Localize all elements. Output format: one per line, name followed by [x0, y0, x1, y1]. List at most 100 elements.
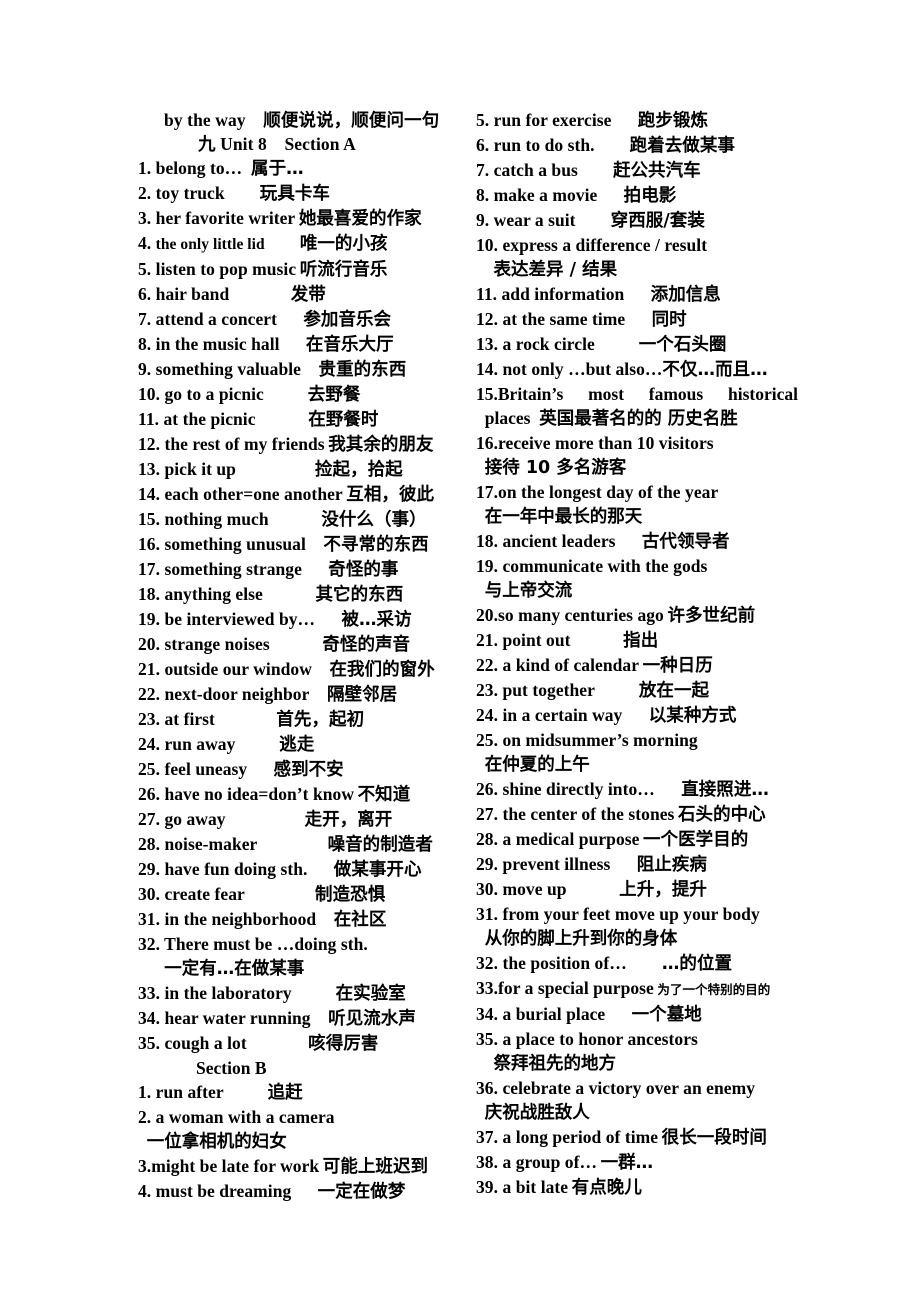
vocab-entry-number: 8.	[138, 334, 152, 354]
vocab-entry-number: 10.	[476, 235, 499, 255]
vocab-entry-english: a long period of time	[502, 1127, 659, 1147]
vocab-entry-english: at the picnic	[163, 409, 256, 429]
vocab-entry-chinese: 咳得厉害	[308, 1034, 379, 1054]
vocab-entry-english: something strange	[164, 559, 302, 579]
vocab-entry-english: in a certain way	[502, 705, 623, 725]
vocab-entry-number: 21.	[476, 630, 499, 650]
vocab-entry-chinese: 许多世纪前	[667, 606, 756, 626]
vocab-entry-chinese: 在实验室	[335, 984, 406, 1004]
vocab-entry-number: 28.	[476, 829, 499, 849]
vocab-entry: 19. be interviewed by… 被…采访	[138, 607, 468, 632]
vocab-entry-english: feel uneasy	[164, 759, 248, 779]
vocab-entry-continuation: 庆祝战胜敌人	[476, 1100, 798, 1125]
vocab-entry-number: 16.	[476, 433, 499, 453]
vocab-entry-english: a burial place	[502, 1004, 606, 1024]
vocab-entry-english: next-door neighbor	[164, 684, 310, 704]
vocab-entry: 36. celebrate a victory over an enemy	[476, 1076, 798, 1100]
vocab-entry-continuation: 表达差异 / 结果	[476, 257, 798, 282]
vocab-entry-chinese: 一定在做梦	[317, 1182, 406, 1202]
vocab-entry-continuation: places 英国最著名的的 历史名胜	[476, 406, 798, 431]
vocab-entry-english: express a difference / result	[502, 235, 708, 255]
vocab-entry-number: 17.	[138, 559, 161, 579]
vocab-entry: 23. at first 首先，起初	[138, 707, 468, 732]
vocab-entry-number: 32.	[138, 934, 161, 954]
vocab-entry: 5. run for exercise 跑步锻炼	[476, 108, 798, 133]
vocab-entry: 39. a bit late 有点晚儿	[476, 1175, 798, 1200]
vocab-entry: 13. pick it up 捡起，拾起	[138, 457, 468, 482]
vocab-entry-english: something unusual	[164, 534, 306, 554]
vocab-entry-english: put together	[502, 680, 595, 700]
vocab-entry-chinese: 直接照进…	[681, 780, 769, 800]
vocab-entry-english: run after	[155, 1082, 224, 1102]
vocab-entry-english: in the laboratory	[164, 983, 292, 1003]
vocab-entry-number: 6.	[138, 284, 152, 304]
vocab-entry-english: listen to pop music	[155, 259, 297, 279]
vocab-entry: 29. prevent illness 阻止疾病	[476, 852, 798, 877]
vocab-entry-chinese: 有点晚儿	[571, 1178, 642, 1198]
vocab-entry-chinese: 参加音乐会	[303, 310, 392, 330]
vocab-entry: 24. in a certain way 以某种方式	[476, 703, 798, 728]
vocab-entry-chinese: 噪音的制造者	[327, 835, 433, 855]
vocab-entry-english: run to do sth.	[493, 135, 595, 155]
vocab-entry-chinese: 在音乐大厅	[305, 335, 394, 355]
vocab-entry-number: 5.	[138, 259, 152, 279]
vocab-entry-number: 34.	[476, 1004, 499, 1024]
vocab-entry-chinese: 一个墓地	[631, 1005, 702, 1025]
vocab-entry-chinese: 制造恐惧	[315, 885, 386, 905]
vocab-entry: 34. hear water running 听见流水声	[138, 1006, 468, 1031]
vocab-entry-chinese: 祭拜祖先的地方	[493, 1054, 617, 1074]
vocab-entry-number: 11.	[138, 409, 160, 429]
vocab-entry: 27. go away 走开，离开	[138, 807, 468, 832]
vocab-entry-number: 2.	[138, 183, 152, 203]
vocab-entry-chinese: 在仲夏的上午	[484, 755, 590, 775]
document-page: by the way 顺便说说，顺便问一句 九 Unit 8 Section A…	[0, 0, 920, 1302]
vocab-entry: 20.so many centuries ago 许多世纪前	[476, 603, 798, 628]
vocab-entry-chinese: 添加信息	[650, 285, 721, 305]
vocab-entry-number: 3.	[138, 208, 152, 228]
vocab-entry: 33.for a special purpose 为了一个特别的目的	[476, 976, 798, 1002]
vocab-entry-english: at the same time	[502, 309, 626, 329]
vocab-entry-english: add information	[501, 284, 625, 304]
vocab-entry-number: 18.	[476, 531, 499, 551]
vocab-entry: 10. go to a picnic 去野餐	[138, 382, 468, 407]
vocab-entry-chinese: 奇怪的事	[328, 560, 399, 580]
vocab-entry: 38. a group of… 一群…	[476, 1150, 798, 1175]
vocab-entry-number: 7.	[138, 309, 152, 329]
vocab-entry: 27. the center of the stones 石头的中心	[476, 802, 798, 827]
vocab-entry-chinese: 其它的东西	[315, 585, 404, 605]
vocab-entry-number: 13.	[476, 334, 499, 354]
vocab-entry-english: on the longest day of the year	[498, 482, 719, 502]
vocab-entry-chinese: 玩具卡车	[259, 184, 330, 204]
vocab-entry: 8. in the music hall 在音乐大厅	[138, 332, 468, 357]
vocab-entry-chinese: 做某事开心	[333, 860, 422, 880]
document-title: by the way 顺便说说，顺便问一句	[164, 110, 440, 130]
vocab-entry: 32. the position of… …的位置	[476, 951, 798, 976]
vocab-entry-english: strange noises	[164, 634, 270, 654]
vocab-entry-english: wear a suit	[493, 210, 576, 230]
vocab-entry-english: cough a lot	[164, 1033, 247, 1053]
vocab-entry-english: receive more than 10 visitors	[498, 433, 714, 453]
vocab-entry-chinese: 听流行音乐	[299, 260, 388, 280]
vocab-entry-english: the position of…	[502, 953, 627, 973]
vocab-entry-chinese: 同时	[651, 310, 687, 330]
vocab-entry-chinese: 我其余的朋友	[328, 435, 434, 455]
vocab-entry-english: hair band	[155, 284, 230, 304]
vocab-entry: 3.might be late for work 可能上班迟到	[138, 1154, 468, 1179]
vocab-entry-english: outside our window	[164, 659, 312, 679]
vocab-entry: 13. a rock circle 一个石头圈	[476, 332, 798, 357]
vocab-entry-number: 3.	[138, 1156, 152, 1176]
vocab-entry-number: 9.	[138, 359, 152, 379]
vocab-entry-english: a kind of calendar	[502, 655, 640, 675]
vocab-entry: 9. something valuable 贵重的东西	[138, 357, 468, 382]
vocab-entry: 28. a medical purpose 一个医学目的	[476, 827, 798, 852]
vocab-entry-english: be interviewed by…	[164, 609, 316, 629]
vocab-entry-english: the rest of my friends	[164, 434, 325, 454]
vocab-entry-number: 27.	[476, 804, 499, 824]
vocab-entry: 35. a place to honor ancestors	[476, 1027, 798, 1051]
vocab-entry-number: 39.	[476, 1177, 499, 1197]
vocab-entry-english: in the neighborhood	[164, 909, 317, 929]
vocab-entry-english: hear water running	[164, 1008, 311, 1028]
vocab-entry-number: 14.	[476, 359, 499, 379]
vocab-entry-number: 28.	[138, 834, 161, 854]
vocab-entry-chinese: 与上帝交流	[484, 581, 573, 601]
